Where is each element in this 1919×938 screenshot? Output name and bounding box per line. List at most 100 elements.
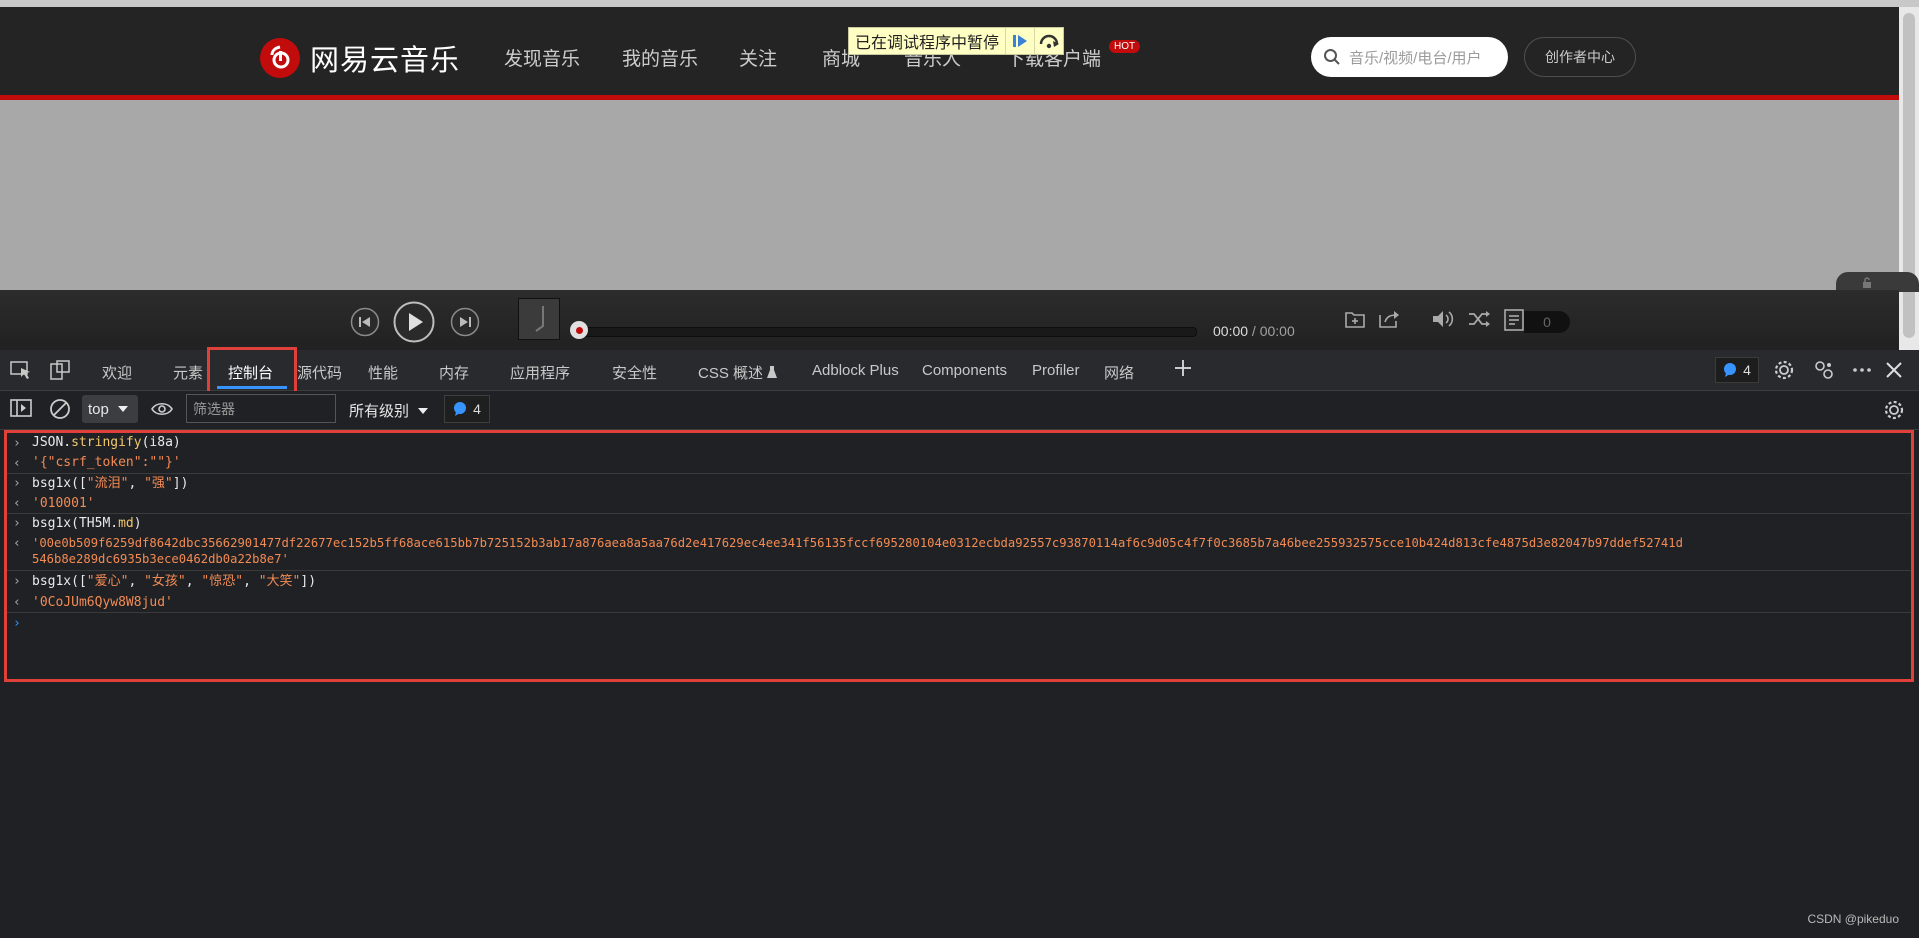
volume-button[interactable] [1431, 308, 1455, 330]
prev-track-button[interactable] [350, 307, 380, 337]
progress-track[interactable] [577, 327, 1197, 337]
modulus-line-2: 546b8e289dc6935b3ece0462db0a22b8e7' [32, 552, 289, 566]
nav-follow[interactable]: 关注 [739, 44, 777, 71]
playlist-count: 0 [1524, 311, 1570, 333]
code-text: JSON. [32, 435, 72, 450]
total-time: 00:00 [1259, 323, 1295, 339]
message-icon [454, 402, 467, 416]
context-select[interactable]: top [82, 395, 138, 423]
tab-memory[interactable]: 内存 [439, 362, 469, 383]
hot-badge: HOT [1109, 40, 1141, 53]
context-value: top [88, 400, 109, 418]
console-input-row[interactable]: › bsg1x(TH5M.md) [7, 513, 1911, 533]
issues-badge[interactable]: 4 [1715, 357, 1759, 383]
log-levels-dropdown[interactable]: 所有级别 [349, 400, 429, 421]
code-property: md [118, 516, 134, 531]
share-button[interactable] [1378, 309, 1400, 329]
tab-css-overview-label: CSS 概述 [698, 365, 764, 382]
tab-elements[interactable]: 元素 [173, 362, 203, 383]
watermark: CSDN @pikeduo [1807, 912, 1899, 926]
play-icon [393, 301, 435, 343]
tab-css-overview[interactable]: CSS 概述 [698, 362, 778, 383]
output-chevron-icon: ‹ [13, 536, 21, 551]
time-display: 00:00 / 00:00 [1213, 323, 1295, 339]
console-input-row[interactable]: › bsg1x(["爱心", "女孩", "惊恐", "大笑"]) [7, 570, 1911, 590]
message-icon [1724, 363, 1737, 377]
console-output-line: '00e0b509f6259df8642dbc35662901477df2267… [32, 535, 1683, 567]
page-scrollbar[interactable] [1899, 7, 1919, 350]
console-filter-placeholder: 筛选器 [193, 400, 235, 417]
shuffle-button[interactable] [1467, 309, 1491, 329]
code-text: bsg1x(TH5M. [32, 516, 119, 531]
settings-gear-icon[interactable] [1773, 359, 1795, 381]
customize-icon[interactable] [1813, 359, 1835, 381]
inspect-element-icon[interactable] [10, 360, 32, 380]
experiment-flask-icon [767, 366, 778, 378]
tab-security[interactable]: 安全性 [612, 362, 657, 383]
creator-center-button[interactable]: 创作者中心 [1524, 37, 1636, 77]
site-logo[interactable]: 网易云音乐 [260, 37, 460, 79]
tab-network[interactable]: 网络 [1104, 362, 1134, 383]
live-expression-eye-icon[interactable] [150, 399, 174, 419]
modulus-line-1: '00e0b509f6259df8642dbc35662901477df2267… [32, 536, 1683, 550]
tab-adblock-plus[interactable]: Adblock Plus [812, 362, 899, 379]
sidebar-toggle-icon[interactable] [10, 399, 32, 417]
nav-discover[interactable]: 发现音乐 [504, 44, 580, 71]
playlist-button[interactable] [1503, 308, 1525, 332]
netease-logo-icon [260, 38, 300, 78]
tab-application[interactable]: 应用程序 [510, 362, 570, 383]
code-text: ]) [300, 574, 317, 589]
tab-profiler[interactable]: Profiler [1032, 362, 1080, 379]
code-text: , [128, 476, 145, 491]
code-string: "女孩" [144, 574, 186, 589]
site-search-input[interactable]: 音乐/视频/电台/用户 [1311, 37, 1508, 77]
code-text: , [185, 574, 202, 589]
issues-count: 4 [1743, 362, 1751, 378]
play-button[interactable] [393, 301, 435, 343]
more-options-icon[interactable] [1851, 359, 1873, 381]
tab-performance[interactable]: 性能 [368, 362, 398, 383]
nav-my-music[interactable]: 我的音乐 [622, 44, 698, 71]
console-toolbar: top 筛选器 所有级别 4 [0, 391, 1919, 430]
console-issues-badge[interactable]: 4 [444, 395, 490, 423]
device-emulation-icon[interactable] [49, 360, 71, 380]
player-lock-tab[interactable] [1836, 272, 1919, 292]
output-chevron-icon: ‹ [13, 595, 21, 610]
tab-welcome[interactable]: 欢迎 [102, 362, 132, 383]
console-output-row: ‹ '00e0b509f6259df8642dbc35662901477df22… [7, 533, 1911, 571]
clear-console-icon[interactable] [49, 398, 71, 420]
resume-icon[interactable] [1005, 28, 1034, 54]
console-input-row[interactable]: › bsg1x(["流泪", "强"]) [7, 473, 1911, 493]
code-text: bsg1x([ [32, 574, 87, 589]
close-devtools-icon[interactable] [1884, 360, 1904, 380]
shuffle-icon [1469, 311, 1490, 327]
output-chevron-icon: ‹ [13, 496, 21, 511]
tab-components[interactable]: Components [922, 362, 1007, 379]
next-track-button[interactable] [450, 307, 480, 337]
console-prompt[interactable]: › [7, 613, 1911, 635]
add-tab-icon[interactable] [1173, 358, 1193, 378]
add-to-playlist-button[interactable] [1344, 309, 1366, 329]
console-settings-gear-icon[interactable] [1883, 399, 1905, 421]
window-top-strip [0, 0, 1919, 7]
progress-knob[interactable] [570, 321, 588, 339]
code-text: (i8a) [141, 435, 181, 450]
dropdown-arrow-icon [117, 406, 128, 412]
step-over-icon[interactable] [1034, 28, 1063, 54]
search-placeholder: 音乐/视频/电台/用户 [1349, 49, 1482, 67]
tab-sources[interactable]: 源代码 [297, 362, 342, 383]
code-text: ]) [172, 476, 189, 491]
site-header: 网易云音乐 发现音乐 我的音乐 关注 商城 音乐人 下载客户端 HOT 音乐/视… [0, 7, 1899, 95]
code-text: , [128, 574, 145, 589]
input-chevron-icon: › [13, 476, 21, 491]
dropdown-arrow-icon [418, 407, 429, 414]
console-input-row[interactable]: › JSON.stringify(i8a) [7, 433, 1911, 453]
debugger-paused-banner: 已在调试程序中暂停 [848, 27, 1065, 55]
console-filter-input[interactable]: 筛选器 [186, 394, 336, 423]
code-string: "流泪" [86, 476, 129, 491]
search-icon [1324, 49, 1340, 65]
current-time: 00:00 [1213, 323, 1249, 339]
album-cover[interactable] [518, 298, 560, 340]
console-output-row: ‹ '{"csrf_token":""}' [7, 453, 1911, 474]
input-chevron-icon: › [13, 516, 21, 531]
